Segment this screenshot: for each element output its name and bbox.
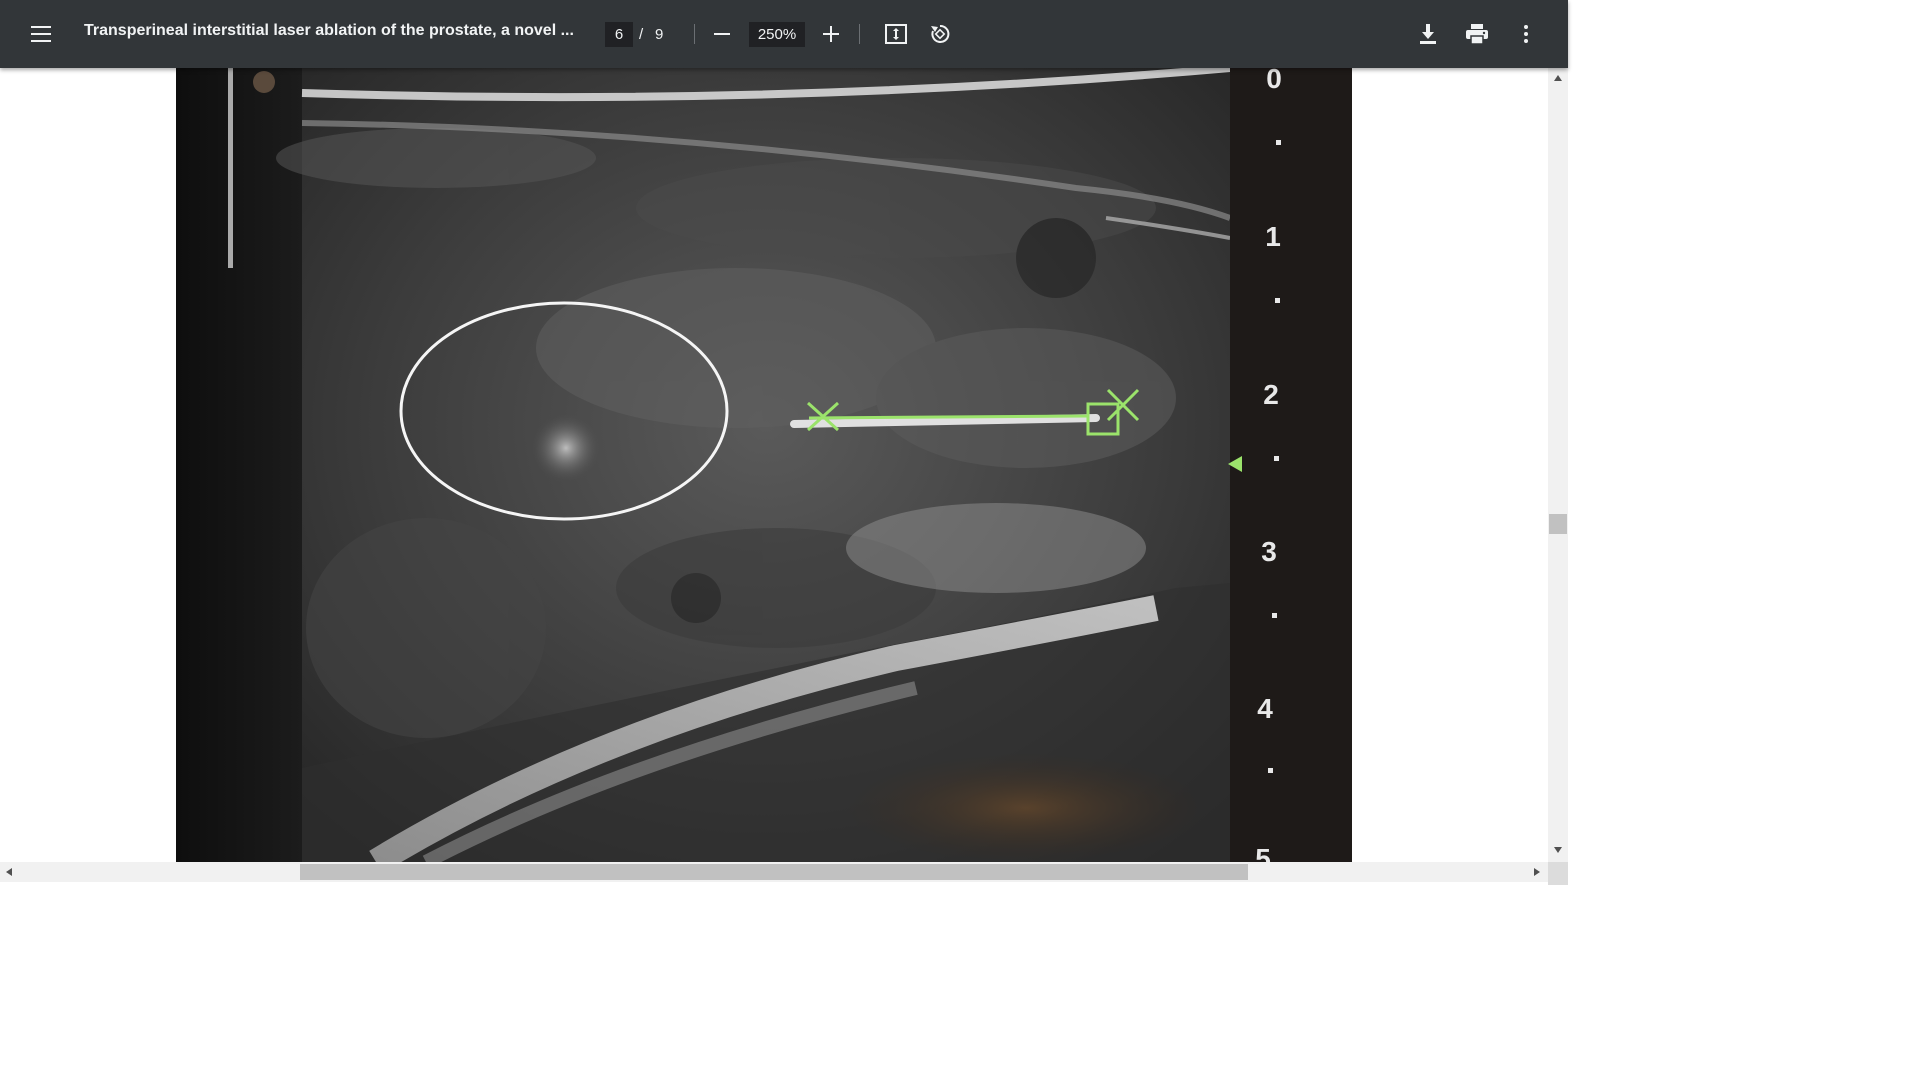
minus-icon (714, 33, 730, 35)
scroll-right-icon[interactable] (1533, 867, 1541, 877)
rotate-icon (931, 24, 950, 43)
zoom-in-button[interactable] (813, 16, 849, 52)
depth-label-5: 5 (1255, 843, 1271, 862)
depth-label-3: 3 (1261, 536, 1277, 567)
total-pages: 9 (655, 26, 664, 43)
toolbar-divider (694, 24, 695, 44)
print-button[interactable] (1459, 16, 1495, 52)
print-icon (1466, 24, 1488, 44)
more-actions-button[interactable] (1508, 16, 1544, 52)
fit-page-button[interactable] (878, 16, 914, 52)
page-separator: / (639, 26, 644, 43)
vertical-scrollbar-thumb[interactable] (1549, 514, 1567, 534)
download-icon (1420, 24, 1436, 44)
vertical-scrollbar[interactable] (1548, 68, 1568, 862)
menu-button[interactable] (23, 16, 59, 52)
horizontal-scrollbar-thumb[interactable] (300, 864, 1248, 880)
toolbar-divider (859, 24, 860, 44)
rotate-button[interactable] (922, 16, 958, 52)
depth-label-4: 4 (1257, 693, 1273, 724)
more-vert-icon (1524, 25, 1528, 43)
scroll-left-icon[interactable] (5, 867, 13, 877)
depth-label-2: 2 (1263, 379, 1279, 410)
page-number-input[interactable]: 6 (605, 22, 633, 47)
document-title: Transperineal interstitial laser ablatio… (84, 22, 574, 39)
depth-label-1: 1 (1265, 221, 1281, 252)
scroll-up-icon[interactable] (1553, 74, 1563, 82)
scrollbar-corner (1548, 862, 1568, 885)
document-viewer[interactable]: 0 1 2 3 4 5 (0, 68, 1548, 862)
menu-icon (31, 26, 51, 42)
depth-label-0: 0 (1266, 68, 1282, 94)
scroll-down-icon[interactable] (1553, 846, 1563, 854)
download-button[interactable] (1410, 16, 1446, 52)
ultrasound-image: 0 1 2 3 4 5 (176, 68, 1352, 862)
pdf-toolbar: Transperineal interstitial laser ablatio… (0, 0, 1568, 68)
ultrasound-figure: 0 1 2 3 4 5 (176, 68, 1352, 862)
zoom-level-input[interactable]: 250% (749, 22, 805, 47)
bottom-edge (0, 882, 1548, 885)
fit-page-icon (885, 24, 907, 44)
zoom-out-button[interactable] (704, 16, 740, 52)
plus-icon (823, 26, 839, 42)
